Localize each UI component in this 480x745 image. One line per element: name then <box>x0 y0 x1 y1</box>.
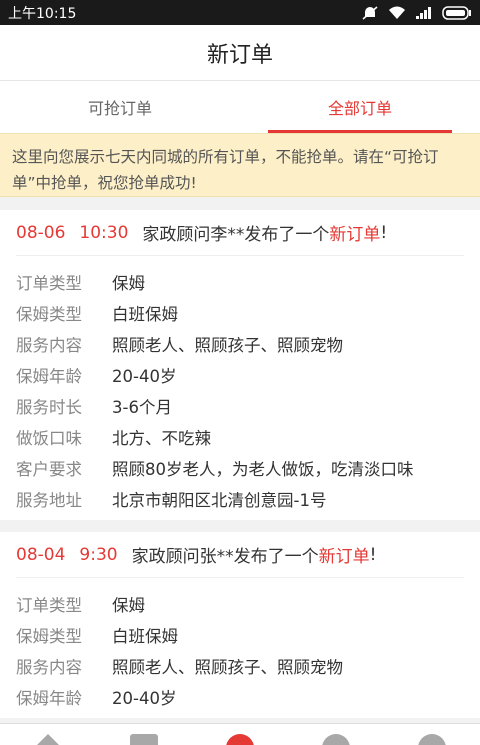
detail-row: 订单类型 保姆 <box>16 588 464 619</box>
order-tabs: 可抢订单 全部订单 <box>0 81 480 133</box>
order-date: 08-04 <box>16 544 66 565</box>
detail-row: 服务内容 照顾老人、照顾孩子、照顾宠物 <box>16 328 464 359</box>
detail-label: 服务地址 <box>16 490 82 510</box>
list-icon <box>130 734 158 745</box>
detail-value: 白班保姆 <box>112 304 178 324</box>
detail-label: 做饭口味 <box>16 428 82 448</box>
detail-label: 订单类型 <box>16 273 82 293</box>
order-time: 9:30 <box>79 544 118 565</box>
detail-row: 服务地址 北京市朝阳区北清创意园-1号 <box>16 483 464 514</box>
status-icons <box>362 5 472 20</box>
battery-icon <box>442 5 472 20</box>
detail-value: 照顾80岁老人，为老人做饭，吃清淡口味 <box>112 459 414 479</box>
detail-row: 客户要求 照顾80岁老人，为老人做饭，吃清淡口味 <box>16 452 464 483</box>
detail-label: 客户要求 <box>16 459 82 479</box>
detail-value: 20-40岁 <box>112 688 177 708</box>
detail-label: 服务时长 <box>16 397 82 417</box>
order-icon <box>226 734 254 745</box>
order-card[interactable]: 08-06 10:30 家政顾问李**发布了一个 新订单 ! 订单类型 保姆 保姆… <box>0 210 480 520</box>
wifi-icon <box>388 6 406 20</box>
page-title: 新订单 <box>0 25 480 81</box>
detail-label: 保姆年龄 <box>16 366 82 386</box>
do-not-disturb-icon <box>362 5 378 20</box>
detail-value: 白班保姆 <box>112 626 178 646</box>
detail-row: 保姆年龄 20-40岁 <box>16 359 464 390</box>
detail-row: 服务时长 3-6个月 <box>16 390 464 421</box>
detail-label: 订单类型 <box>16 595 82 615</box>
order-list: 08-06 10:30 家政顾问李**发布了一个 新订单 ! 订单类型 保姆 保姆… <box>0 210 480 730</box>
order-date: 08-06 <box>16 222 66 243</box>
nav-list[interactable] <box>122 724 166 745</box>
new-order-link[interactable]: 新订单 <box>319 542 370 567</box>
detail-label: 服务内容 <box>16 657 82 677</box>
detail-row: 保姆类型 白班保姆 <box>16 619 464 650</box>
detail-label: 服务内容 <box>16 335 82 355</box>
detail-value: 3-6个月 <box>112 397 172 417</box>
tab-grabbable-orders[interactable]: 可抢订单 <box>0 81 240 133</box>
detail-value: 照顾老人、照顾孩子、照顾宠物 <box>112 335 343 355</box>
detail-value: 保姆 <box>112 273 145 293</box>
detail-value: 保姆 <box>112 595 145 615</box>
nav-user[interactable] <box>410 724 454 745</box>
user-icon <box>418 734 446 745</box>
notice-banner: 这里向您展示七天内同城的所有订单，不能抢单。请在“可抢订单”中抢单，祝您抢单成功… <box>0 133 480 197</box>
order-publisher-text: 家政顾问张**发布了一个 <box>131 547 319 567</box>
tab-all-orders[interactable]: 全部订单 <box>240 81 480 133</box>
order-details: 订单类型 保姆 保姆类型 白班保姆 服务内容 照顾老人、照顾孩子、照顾宠物 保姆年龄 2… <box>16 256 464 520</box>
detail-label: 保姆类型 <box>16 304 82 324</box>
detail-value: 北方、不吃辣 <box>112 428 211 448</box>
detail-label: 保姆类型 <box>16 626 82 646</box>
order-time: 10:30 <box>79 222 129 243</box>
order-card[interactable]: 08-04 9:30 家政顾问张**发布了一个 新订单 ! 订单类型 保姆 保姆类… <box>0 532 480 718</box>
detail-row: 做饭口味 北方、不吃辣 <box>16 421 464 452</box>
bottom-nav <box>0 723 480 745</box>
detail-row: 订单类型 保姆 <box>16 266 464 297</box>
nav-edit[interactable] <box>314 724 358 745</box>
order-header: 08-06 10:30 家政顾问李**发布了一个 新订单 ! <box>16 210 464 256</box>
signal-icon <box>416 6 432 19</box>
order-suffix: ! <box>369 544 377 565</box>
home-icon <box>34 734 62 745</box>
order-details: 订单类型 保姆 保姆类型 白班保姆 服务内容 照顾老人、照顾孩子、照顾宠物 保姆年龄 2… <box>16 578 464 718</box>
detail-label: 保姆年龄 <box>16 688 82 708</box>
nav-orders[interactable] <box>218 724 262 745</box>
edit-icon <box>322 734 350 745</box>
status-bar: 上午10:15 <box>0 0 480 25</box>
detail-value: 20-40岁 <box>112 366 177 386</box>
detail-value: 照顾老人、照顾孩子、照顾宠物 <box>112 657 343 677</box>
detail-value: 北京市朝阳区北清创意园-1号 <box>112 490 327 510</box>
order-header: 08-04 9:30 家政顾问张**发布了一个 新订单 ! <box>16 532 464 578</box>
order-suffix: ! <box>380 222 388 243</box>
new-order-link[interactable]: 新订单 <box>329 220 380 245</box>
detail-row: 保姆类型 白班保姆 <box>16 297 464 328</box>
detail-row: 保姆年龄 20-40岁 <box>16 681 464 712</box>
order-publisher-text: 家政顾问李**发布了一个 <box>142 225 330 245</box>
status-time: 上午10:15 <box>8 5 77 22</box>
detail-row: 服务内容 照顾老人、照顾孩子、照顾宠物 <box>16 650 464 681</box>
nav-home[interactable] <box>26 724 70 745</box>
